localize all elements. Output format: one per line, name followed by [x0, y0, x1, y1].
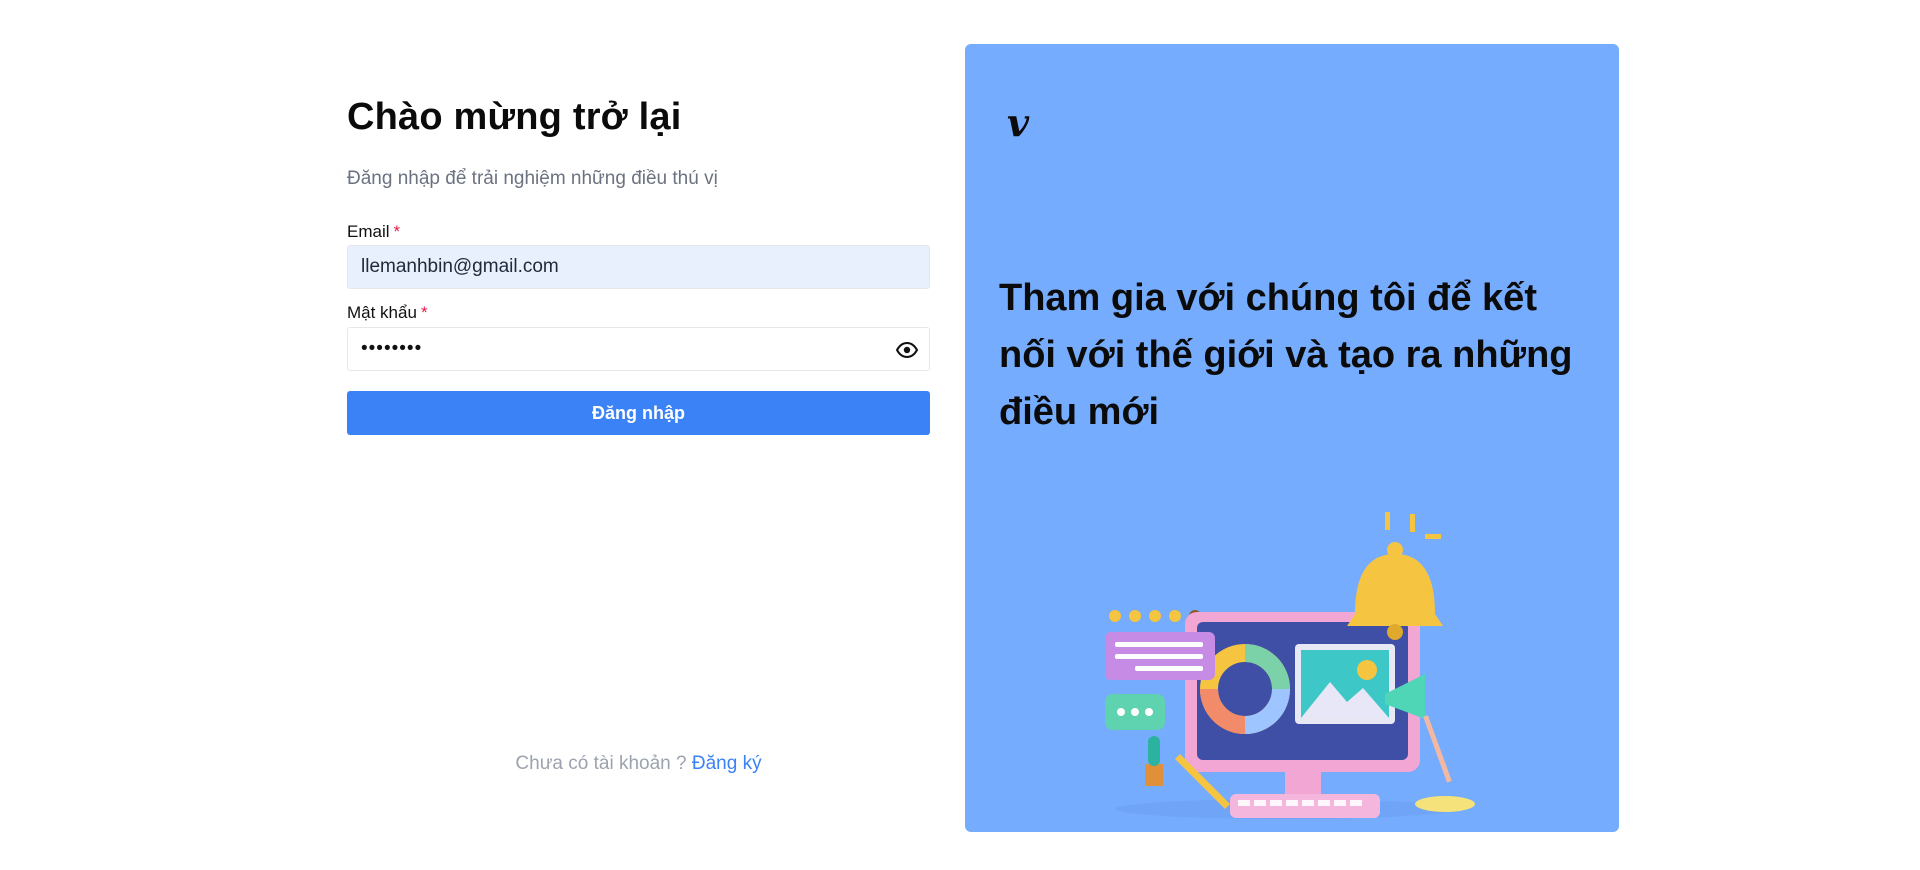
signup-prompt: Chưa có tài khoản ? Đăng ký — [347, 753, 930, 775]
signup-link[interactable]: Đăng ký — [692, 753, 762, 774]
password-field[interactable]: •••••••• — [347, 327, 930, 371]
required-mark: * — [420, 303, 428, 322]
login-button[interactable]: Đăng nhập — [347, 391, 930, 435]
login-form-section: Chào mừng trở lại Đăng nhập để trải nghi… — [347, 0, 930, 870]
no-account-text: Chưa có tài khoản ? — [515, 753, 687, 774]
promo-headline: Tham gia với chúng tôi để kết nối với th… — [999, 277, 1573, 433]
email-label-text: Email — [347, 222, 390, 241]
brand-logo: v — [1007, 100, 1030, 145]
password-value: •••••••• — [361, 338, 423, 359]
page-title: Chào mừng trở lại — [347, 96, 682, 138]
required-mark: * — [393, 222, 401, 241]
email-label: Email * — [347, 222, 400, 242]
email-field[interactable]: llemanhbin@gmail.com — [347, 245, 930, 289]
password-label-text: Mật khẩu — [347, 303, 417, 322]
email-value: llemanhbin@gmail.com — [361, 256, 559, 277]
bell-icon — [1347, 512, 1443, 640]
computer-design-illustration — [1105, 512, 1475, 819]
page-subtitle: Đăng nhập để trải nghiệm những điều thú … — [347, 168, 718, 189]
password-label: Mật khẩu * — [347, 303, 428, 323]
eye-icon[interactable] — [895, 338, 919, 362]
promo-panel: v Tham gia với chúng tôi để kết nối với … — [965, 44, 1619, 832]
